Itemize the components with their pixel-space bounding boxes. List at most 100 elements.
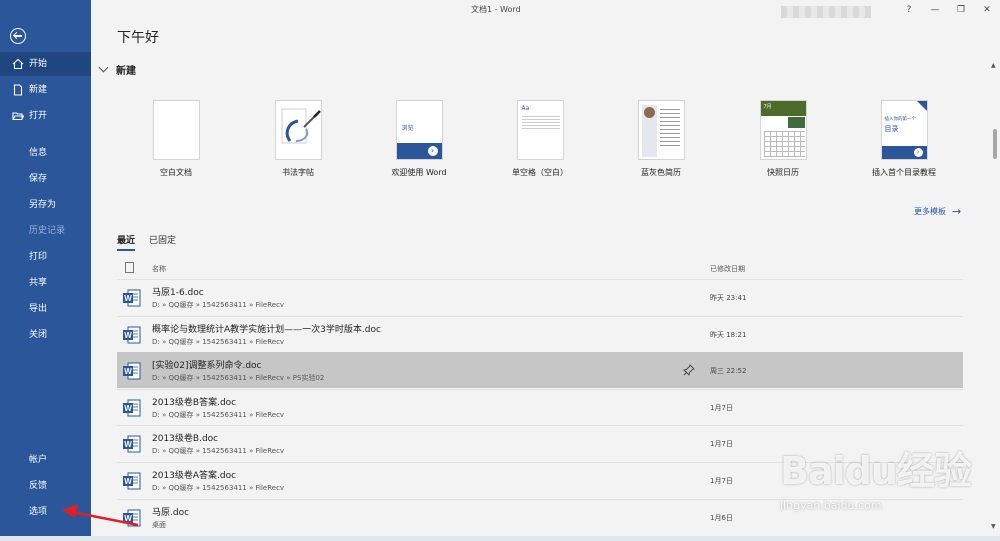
sidebar-item-feedback[interactable]: 反馈 <box>0 474 91 498</box>
sidebar-item-print[interactable]: 打印 <box>0 245 91 269</box>
file-name: 马原1-6.doc <box>152 288 204 298</box>
template-calligraphy[interactable]: 书法字帖 <box>248 100 348 178</box>
help-icon[interactable]: ? <box>896 0 922 20</box>
back-arrow-icon[interactable] <box>10 28 26 44</box>
template-blue-gray-resume[interactable]: 蓝灰色简历 <box>611 100 711 178</box>
taskbar-strip <box>0 536 1000 541</box>
new-section-header[interactable]: 新建 <box>98 62 136 77</box>
sidebar-item-new[interactable]: 新建 <box>0 78 91 102</box>
sidebar-item-label: 共享 <box>29 278 48 288</box>
open-folder-icon <box>12 110 24 122</box>
sidebar-item-label: 新建 <box>29 85 48 95</box>
word-document-icon: W <box>123 435 141 453</box>
file-modified-date: 周三 22:52 <box>710 367 747 375</box>
file-path: D: » QQ缓存 » 1542563411 » FileRecv <box>152 338 285 346</box>
calligraphy-brush-icon <box>281 108 321 144</box>
scroll-down-icon[interactable]: ▼ <box>991 523 996 530</box>
template-label: 欢迎使用 Word <box>391 168 447 177</box>
template-toc-tutorial[interactable]: 插入你的第一个 目录 › 插入首个目录教程 <box>854 100 954 178</box>
sidebar-item-history[interactable]: 历史记录 <box>0 219 91 243</box>
sidebar-item-share[interactable]: 共享 <box>0 271 91 295</box>
calendar-photo <box>787 117 805 128</box>
file-type-icon <box>125 262 134 273</box>
table-row[interactable]: W 2013级卷B答案.doc D: » QQ缓存 » 1542563411 » F… <box>117 389 963 425</box>
arrow-right-icon: › <box>913 148 923 157</box>
table-row[interactable]: W 概率论与数理统计A教学实施计划——一次3学时版本.doc D: » QQ缓存 »… <box>117 316 963 352</box>
template-thumbnail: 7月 <box>759 100 807 160</box>
template-label: 快照日历 <box>767 168 799 177</box>
window-controls: ? — ❐ ✕ <box>896 0 1000 20</box>
table-row[interactable]: W [实验02]调整系列命令.doc D: » QQ缓存 » 1542563411 … <box>117 352 963 388</box>
sidebar-item-label: 选项 <box>29 507 48 517</box>
sidebar-item-open[interactable]: 打开 <box>0 104 91 128</box>
sidebar-item-options[interactable]: 选项 <box>0 500 91 524</box>
resume-lines <box>659 109 680 149</box>
file-name: 2013级卷B答案.doc <box>152 398 237 408</box>
arrow-right-icon: → <box>952 205 962 218</box>
baidu-watermark: Baidu经验 <box>780 449 972 493</box>
more-templates-label: 更多模板 <box>914 207 946 216</box>
sidebar-item-label: 开始 <box>29 59 48 69</box>
sidebar-item-label: 信息 <box>29 148 48 158</box>
word-document-icon: W <box>123 326 141 344</box>
home-icon <box>12 58 24 70</box>
more-templates-link[interactable]: 更多模板 → <box>914 205 961 218</box>
sidebar-item-info[interactable]: 信息 <box>0 141 91 165</box>
recent-tabs: 最近 已固定 <box>117 233 190 251</box>
file-modified-date: 1月7日 <box>710 477 733 485</box>
file-modified-date: 1月6日 <box>710 514 733 522</box>
minimize-icon[interactable]: — <box>922 0 948 20</box>
close-icon[interactable]: ✕ <box>974 0 1000 20</box>
new-section-title: 新建 <box>116 66 136 77</box>
sidebar-item-home[interactable]: 开始 <box>0 52 91 76</box>
calendar-grid <box>763 131 805 157</box>
sidebar-item-save-as[interactable]: 另存为 <box>0 193 91 217</box>
word-document-icon: W <box>123 399 141 417</box>
new-document-icon <box>12 84 24 96</box>
file-path: D: » QQ缓存 » 1542563411 » FileRecv <box>152 301 285 309</box>
template-label: 插入首个目录教程 <box>872 168 936 177</box>
template-single-spaced[interactable]: Aa 单空格（空白） <box>490 100 590 178</box>
scrollbar-thumb[interactable] <box>993 129 997 159</box>
restore-icon[interactable]: ❐ <box>948 0 974 20</box>
template-snapshot-calendar[interactable]: 7月 快照日历 <box>733 100 833 178</box>
scroll-up-icon[interactable]: ▲ <box>991 62 996 69</box>
title-bar: 文档1 - Word ? — ❐ ✕ <box>91 0 1000 20</box>
word-document-icon: W <box>123 289 141 307</box>
word-document-icon: W <box>123 509 141 527</box>
svg-text:W: W <box>124 404 132 413</box>
column-header-name[interactable]: 名称 <box>152 264 166 274</box>
file-list-header: 名称 已修改日期 <box>117 262 963 276</box>
table-row[interactable]: W 马原1-6.doc D: » QQ缓存 » 1542563411 » FileR… <box>117 279 963 315</box>
sidebar-item-close[interactable]: 关闭 <box>0 323 91 347</box>
sidebar-item-export[interactable]: 导出 <box>0 297 91 321</box>
file-path: D: » QQ缓存 » 1542563411 » FileRecv » PS实验… <box>152 374 325 382</box>
sidebar-item-account[interactable]: 帐户 <box>0 448 91 472</box>
backstage-sidebar: 开始 新建 打开 信息 保存 另存为 历史记录 打印 共享 导出 关闭 帐户 反… <box>0 0 91 541</box>
template-lines <box>521 116 560 130</box>
template-card-text: 插入你的第一个 <box>884 117 917 122</box>
template-card-text: Aa <box>521 105 530 112</box>
template-label: 单空格（空白） <box>512 168 568 177</box>
file-name: 马原.doc <box>152 508 190 518</box>
file-path: D: » QQ缓存 » 1542563411 » FileRecv <box>152 411 285 419</box>
word-document-icon: W <box>123 362 141 380</box>
tab-pinned[interactable]: 已固定 <box>149 233 176 251</box>
sidebar-item-label: 帐户 <box>29 455 48 465</box>
sidebar-item-save[interactable]: 保存 <box>0 167 91 191</box>
arrow-right-icon: › <box>427 146 438 156</box>
column-header-date[interactable]: 已修改日期 <box>710 264 745 274</box>
template-thumbnail: Aa <box>516 100 564 160</box>
template-welcome-word[interactable]: 浏览 › 欢迎使用 Word <box>369 100 469 178</box>
pin-icon[interactable] <box>683 364 695 376</box>
sidebar-item-label: 历史记录 <box>29 226 66 236</box>
template-blank-document[interactable]: 空白文档 <box>126 100 226 178</box>
resume-photo <box>643 107 655 118</box>
tab-recent[interactable]: 最近 <box>117 233 136 251</box>
template-thumbnail <box>274 100 322 160</box>
template-thumbnail: 插入你的第一个 目录 › <box>880 100 928 160</box>
svg-text:W: W <box>124 477 132 486</box>
template-thumbnail <box>637 100 685 160</box>
chevron-down-icon <box>98 62 109 73</box>
sidebar-item-label: 保存 <box>29 174 48 184</box>
